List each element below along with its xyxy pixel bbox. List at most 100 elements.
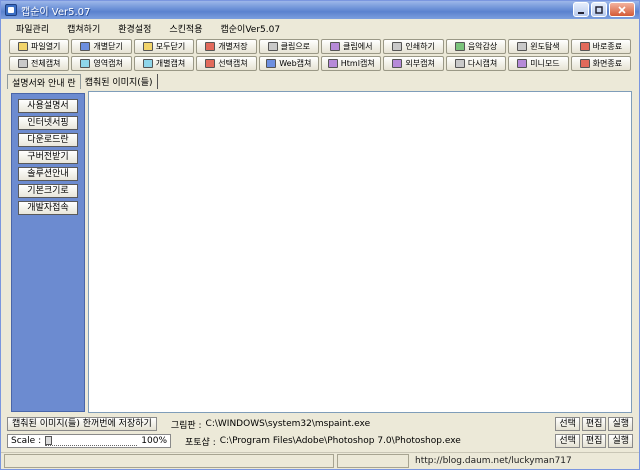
tool-button-toolbar-row2-3[interactable]: 선택캡쳐 bbox=[196, 56, 257, 71]
window-title: 캡순이 Ver5.07 bbox=[21, 6, 91, 18]
tool-button-label: 바로종료 bbox=[592, 42, 623, 51]
close-icon bbox=[618, 5, 626, 14]
sidebar-button-4[interactable]: 솔루션안내 bbox=[18, 167, 78, 181]
tool-button-toolbar-row1-3[interactable]: 개별저장 bbox=[196, 39, 257, 54]
tool-button-toolbar-row1-8[interactable]: 윈도탐색 bbox=[508, 39, 569, 54]
close-window-icon bbox=[80, 42, 91, 51]
tool-button-toolbar-row1-4[interactable]: 클립으로 bbox=[258, 39, 320, 54]
photoshop-run-button[interactable]: 실행 bbox=[608, 434, 633, 448]
photoshop-row: Scale : 100% 포토샵 : C:\Program Files\Adob… bbox=[7, 434, 633, 448]
sidebar-button-2[interactable]: 다운로드란 bbox=[18, 133, 78, 147]
close-button[interactable] bbox=[609, 2, 635, 17]
photoshop-edit-button[interactable]: 편집 bbox=[581, 434, 607, 448]
tool-button-toolbar-row1-7[interactable]: 음악감상 bbox=[445, 39, 507, 54]
tool-button-label: 음악감상 bbox=[467, 42, 498, 51]
tool-button-toolbar-row2-5[interactable]: Html캡쳐 bbox=[321, 56, 382, 71]
tab-strip: 설명서와 안내 란 캡춰된 이미지(들) bbox=[7, 73, 633, 89]
printer-icon bbox=[392, 42, 403, 51]
sidebar-button-6[interactable]: 개발자접속 bbox=[18, 201, 78, 215]
tool-button-toolbar-row2-2[interactable]: 개별캡쳐 bbox=[133, 56, 195, 71]
app-window: 캡순이 Ver5.07 파일관리 캡쳐하기 환경설정 스킨적용 캡순이Ver5.… bbox=[0, 0, 640, 470]
save-icon bbox=[205, 42, 216, 51]
tool-button-label: Html캡쳐 bbox=[340, 59, 375, 68]
tool-button-label: 개별닫기 bbox=[93, 42, 123, 51]
content-area[interactable] bbox=[88, 91, 632, 413]
tool-button-label: 인쇄하기 bbox=[405, 42, 435, 51]
folder-open-icon bbox=[17, 42, 28, 51]
app-icon bbox=[5, 4, 17, 16]
scale-slider-thumb[interactable] bbox=[45, 436, 53, 445]
tool-button-label: 다시캡쳐 bbox=[467, 59, 498, 68]
sidebar-button-3[interactable]: 구버전받기 bbox=[18, 150, 78, 164]
tool-button-label: 개별저장 bbox=[218, 42, 248, 51]
menu-capture[interactable]: 캡쳐하기 bbox=[58, 22, 109, 35]
music-disc-icon bbox=[454, 42, 465, 51]
clipboard-paste-icon bbox=[330, 42, 340, 51]
paint-label: 그림판 : bbox=[170, 420, 202, 431]
maximize-button[interactable] bbox=[591, 2, 607, 17]
tool-button-toolbar-row2-9[interactable]: 화면종료 bbox=[570, 56, 632, 71]
menu-skin[interactable]: 스킨적용 bbox=[160, 22, 211, 35]
tool-button-label: Web캡쳐 bbox=[279, 59, 312, 68]
paint-run-button[interactable]: 실행 bbox=[608, 417, 633, 431]
tool-button-label: 모두닫기 bbox=[155, 42, 186, 51]
scale-value: 100% bbox=[141, 436, 167, 446]
tool-button-toolbar-row2-1[interactable]: 영역캡쳐 bbox=[71, 56, 132, 71]
menu-about[interactable]: 캡순이Ver5.07 bbox=[212, 22, 290, 35]
web-capture-icon bbox=[266, 59, 277, 68]
tool-button-toolbar-row2-6[interactable]: 외부캡쳐 bbox=[383, 56, 444, 71]
photoshop-select-button[interactable]: 선택 bbox=[555, 434, 580, 448]
minimize-button[interactable] bbox=[573, 2, 589, 17]
tool-button-label: 미니모드 bbox=[530, 59, 560, 68]
paint-edit-button[interactable]: 편집 bbox=[581, 417, 607, 431]
tool-button-toolbar-row1-0[interactable]: 파일열기 bbox=[9, 39, 70, 54]
blog-url: http://blog.daum.net/luckyman717 bbox=[415, 456, 572, 466]
html-capture-icon bbox=[327, 59, 338, 68]
save-all-button[interactable]: 캡춰된 이미지(들) 한꺼번에 저장하기 bbox=[7, 417, 157, 431]
tool-button-label: 선택캡쳐 bbox=[218, 59, 248, 68]
clipboard-copy-icon bbox=[267, 42, 278, 51]
screen-exit-icon bbox=[579, 59, 590, 68]
tab-captured-images[interactable]: 캡춰된 이미지(들) bbox=[81, 74, 158, 89]
explorer-icon bbox=[517, 42, 528, 51]
tool-button-label: 개별캡쳐 bbox=[155, 59, 186, 68]
status-pane-secondary bbox=[337, 454, 409, 468]
recapture-icon bbox=[454, 59, 465, 68]
menu-settings[interactable]: 환경설정 bbox=[109, 22, 160, 35]
tool-button-toolbar-row1-9[interactable]: 바로종료 bbox=[570, 39, 632, 54]
status-pane-main bbox=[4, 454, 334, 468]
full-screen-capture-icon bbox=[17, 59, 28, 68]
window-capture-icon bbox=[142, 59, 153, 68]
menu-file[interactable]: 파일관리 bbox=[7, 22, 58, 35]
photoshop-label: 포토샵 : bbox=[185, 437, 216, 448]
tool-button-toolbar-row2-8[interactable]: 미니모드 bbox=[508, 56, 569, 71]
exit-icon bbox=[579, 42, 590, 51]
tool-button-toolbar-row1-1[interactable]: 개별닫기 bbox=[71, 39, 132, 54]
selection-capture-icon bbox=[205, 59, 216, 68]
paint-path: C:\WINDOWS\system32\mspaint.exe bbox=[205, 419, 371, 429]
tool-button-label: 외부캡쳐 bbox=[405, 59, 435, 68]
menu-bar: 파일관리 캡쳐하기 환경설정 스킨적용 캡순이Ver5.07 bbox=[1, 20, 639, 37]
scale-slider[interactable] bbox=[45, 436, 138, 446]
sidebar-button-1[interactable]: 인터넷서핑 bbox=[18, 116, 78, 130]
sidebar: 사용설명서인터넷서핑다운로드란구버전받기솔루션안내기본크기로개발자접속 bbox=[11, 93, 85, 412]
tool-button-toolbar-row1-6[interactable]: 인쇄하기 bbox=[383, 39, 444, 54]
sidebar-button-5[interactable]: 기본크기로 bbox=[18, 184, 78, 198]
tool-button-label: 클립에서 bbox=[343, 42, 373, 51]
tool-button-toolbar-row1-2[interactable]: 모두닫기 bbox=[133, 39, 195, 54]
mini-mode-icon bbox=[517, 59, 528, 68]
tab-manual[interactable]: 설명서와 안내 란 bbox=[7, 74, 81, 89]
sidebar-button-0[interactable]: 사용설명서 bbox=[18, 99, 78, 113]
external-capture-icon bbox=[392, 59, 403, 68]
tool-button-toolbar-row2-4[interactable]: Web캡쳐 bbox=[258, 56, 320, 71]
tool-button-toolbar-row1-5[interactable]: 클립에서 bbox=[321, 39, 382, 54]
maximize-icon bbox=[595, 5, 603, 14]
title-bar[interactable]: 캡순이 Ver5.07 bbox=[1, 1, 639, 19]
window-controls bbox=[573, 2, 635, 17]
tool-button-label: 클립으로 bbox=[280, 42, 311, 51]
tool-button-toolbar-row2-7[interactable]: 다시캡쳐 bbox=[445, 56, 507, 71]
tool-button-toolbar-row2-0[interactable]: 전체캡쳐 bbox=[9, 56, 70, 71]
tool-button-label: 파일열기 bbox=[30, 42, 61, 51]
paint-select-button[interactable]: 선택 bbox=[555, 417, 580, 431]
photoshop-path: C:\Program Files\Adobe\Photoshop 7.0\Pho… bbox=[219, 436, 461, 446]
